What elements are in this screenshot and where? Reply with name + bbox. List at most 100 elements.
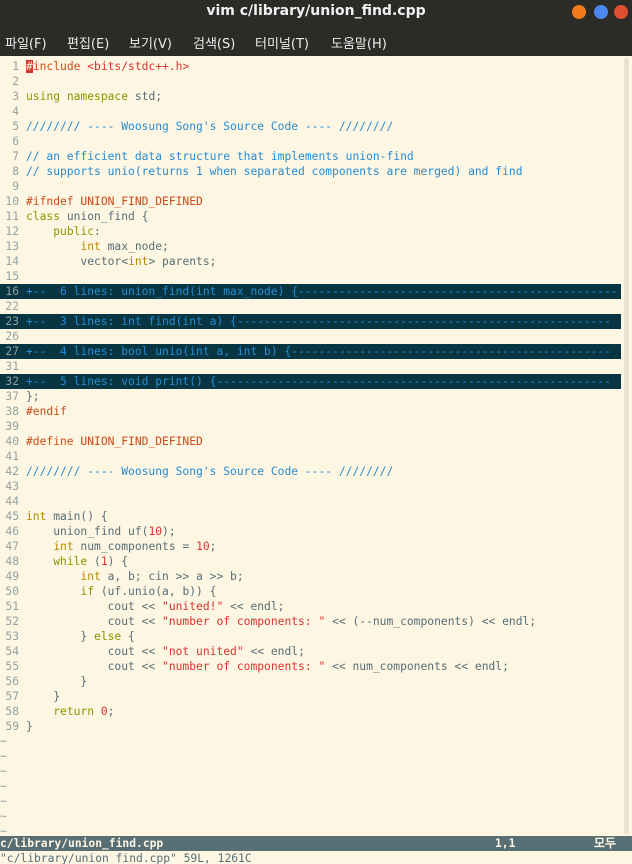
status-line: c/library/union_find.cpp 1,1 모두 bbox=[0, 836, 632, 851]
vim-editor[interactable]: 1 #include <bits/stdc++.h> 2 3 using namespa… bbox=[0, 56, 632, 838]
line-number: 31 bbox=[5, 360, 19, 373]
code-line[interactable]: 10 #ifndef UNION_FIND_DEFINED bbox=[0, 194, 621, 209]
code-line[interactable]: 6 bbox=[0, 134, 621, 149]
code-line[interactable]: 41 bbox=[0, 449, 621, 464]
code-line[interactable]: 11 class union_find { bbox=[0, 209, 621, 224]
line-text: int a, b; cin >> a >> b; bbox=[80, 570, 244, 583]
line-number: 44 bbox=[5, 495, 19, 508]
code-line[interactable]: 37}; bbox=[0, 389, 621, 404]
fold-line[interactable]: 32 +-- 5 lines: void print() {-----------… bbox=[0, 374, 621, 389]
line-number: 42 bbox=[5, 465, 19, 478]
code-line[interactable]: 51 cout << "united!" << endl; bbox=[0, 599, 621, 614]
line-number: 5 bbox=[12, 120, 19, 133]
code-line[interactable]: 14 vector<int> parents; bbox=[0, 254, 621, 269]
code-line[interactable]: 5 //////// ---- Woosung Song's Source Cod… bbox=[0, 119, 621, 134]
code-line[interactable]: 15 bbox=[0, 269, 621, 284]
code-line[interactable]: 59} bbox=[0, 719, 621, 734]
line-number: 52 bbox=[5, 615, 19, 628]
code-line[interactable]: 3 using namespace std; bbox=[0, 89, 621, 104]
code-line[interactable]: 48 while (1) { bbox=[0, 554, 621, 569]
code-line[interactable]: 8 // supports unio(returns 1 when separat… bbox=[0, 164, 621, 179]
line-text: +-- 4 lines: bool unio(int a, int b) {--… bbox=[26, 345, 611, 358]
code-line[interactable]: 7 // an efficient data structure that imp… bbox=[0, 149, 621, 164]
code-line[interactable]: 50 if (uf.unio(a, b)) { bbox=[0, 584, 621, 599]
code-line[interactable]: 38 #endif bbox=[0, 404, 621, 419]
empty-buffer-tilde: ~ bbox=[0, 735, 7, 748]
line-number: 46 bbox=[5, 525, 19, 538]
code-line[interactable]: 46 union_find uf(10); bbox=[0, 524, 621, 539]
line-text: return 0; bbox=[53, 705, 115, 718]
line-number: 43 bbox=[5, 480, 19, 493]
line-number: 23 bbox=[5, 315, 19, 328]
fold-line[interactable]: 23 +-- 3 lines: int find(int a) {--------… bbox=[0, 314, 621, 329]
code-line[interactable]: 42 //////// ---- Woosung Song's Source Co… bbox=[0, 464, 621, 479]
line-text: #define UNION_FIND_DEFINED bbox=[26, 435, 203, 448]
code-line[interactable]: 31 bbox=[0, 359, 621, 374]
fold-line[interactable]: 27 +-- 4 lines: bool unio(int a, int b) {… bbox=[0, 344, 621, 359]
code-line[interactable]: 26 bbox=[0, 329, 621, 344]
code-line[interactable]: 44 bbox=[0, 494, 621, 509]
code-line[interactable]: 55 cout << "number of components: " << n… bbox=[0, 659, 621, 674]
code-line[interactable]: 12 public: bbox=[0, 224, 621, 239]
line-number: 39 bbox=[5, 420, 19, 433]
code-line[interactable]: 54 cout << "not united" << endl; bbox=[0, 644, 621, 659]
line-number: 27 bbox=[5, 345, 19, 358]
line-text: vector<int> parents; bbox=[26, 255, 217, 268]
line-text: cout << "number of components: " << num_… bbox=[26, 660, 509, 673]
line-number: 15 bbox=[5, 270, 19, 283]
code-line[interactable]: 58 return 0; bbox=[0, 704, 621, 719]
code-line[interactable]: 49 int a, b; cin >> a >> b; bbox=[0, 569, 621, 584]
line-text: union_find uf(10); bbox=[26, 525, 176, 538]
line-text: +-- 5 lines: void print() {-------------… bbox=[26, 375, 611, 388]
line-text: // an efficient data structure that impl… bbox=[26, 150, 414, 163]
empty-buffer-tilde: ~ bbox=[0, 750, 7, 763]
line-text: } else { bbox=[26, 630, 135, 643]
line-number: 6 bbox=[12, 135, 19, 148]
maximize-button[interactable] bbox=[594, 5, 608, 19]
menu-terminal[interactable]: 터미널(T) bbox=[255, 33, 309, 52]
menu-edit[interactable]: 편집(E) bbox=[67, 33, 109, 52]
code-line[interactable]: 9 bbox=[0, 179, 621, 194]
line-number: 22 bbox=[5, 300, 19, 313]
code-line[interactable]: 43 bbox=[0, 479, 621, 494]
scrollbar-thumb[interactable] bbox=[624, 58, 629, 834]
line-text: #include <bits/stdc++.h> bbox=[26, 60, 190, 73]
line-number: 57 bbox=[5, 690, 19, 703]
code-line[interactable]: 52 cout << "number of components: " << (… bbox=[0, 614, 621, 629]
code-line[interactable]: 47 int num_components = 10; bbox=[0, 539, 621, 554]
menu-file[interactable]: 파일(F) bbox=[5, 33, 47, 52]
line-number: 47 bbox=[5, 540, 19, 553]
minimize-button[interactable] bbox=[572, 5, 586, 19]
line-text: cout << "united!" << endl; bbox=[26, 600, 285, 613]
code-line[interactable]: 57 } bbox=[0, 689, 621, 704]
line-number: 7 bbox=[12, 150, 19, 163]
line-text: #endif bbox=[26, 405, 67, 418]
code-line[interactable]: 22 bbox=[0, 299, 621, 314]
code-line[interactable]: 2 bbox=[0, 74, 621, 89]
code-line[interactable]: 39 bbox=[0, 419, 621, 434]
line-text: int max_node; bbox=[80, 240, 169, 253]
code-line[interactable]: 13 int max_node; bbox=[0, 239, 621, 254]
code-line[interactable]: 40 #define UNION_FIND_DEFINED bbox=[0, 434, 621, 449]
code-line[interactable]: 4 bbox=[0, 104, 621, 119]
menu-search[interactable]: 검색(S) bbox=[193, 33, 235, 52]
code-line[interactable]: 1 #include <bits/stdc++.h> bbox=[0, 59, 621, 74]
menu-view[interactable]: 보기(V) bbox=[129, 33, 172, 52]
code-line[interactable]: 45 int main() { bbox=[0, 509, 621, 524]
window-titlebar[interactable]: vim c/library/union_find.cpp bbox=[0, 0, 632, 26]
code-line[interactable]: 53 } else { bbox=[0, 629, 621, 644]
close-button[interactable] bbox=[614, 5, 628, 19]
line-number: 1 bbox=[12, 60, 19, 73]
menu-bar: 파일(F) 편집(E) 보기(V) 검색(S) 터미널(T) 도움말(H) bbox=[0, 26, 632, 56]
fold-line[interactable]: 16 +-- 6 lines: union_find(int max_node) … bbox=[0, 284, 621, 299]
scrollbar[interactable] bbox=[621, 56, 632, 836]
line-number: 40 bbox=[5, 435, 19, 448]
line-number: 12 bbox=[5, 225, 19, 238]
menu-help[interactable]: 도움말(H) bbox=[331, 33, 387, 52]
line-text: while (1) { bbox=[53, 555, 129, 568]
line-number: 26 bbox=[5, 330, 19, 343]
line-text: +-- 6 lines: union_find(int max_node) {-… bbox=[26, 285, 618, 298]
command-line[interactable]: "c/library/union_find.cpp" 59L, 1261C bbox=[0, 851, 632, 864]
code-line[interactable]: 56 } bbox=[0, 674, 621, 689]
line-text: // supports unio(returns 1 when separate… bbox=[26, 165, 523, 178]
